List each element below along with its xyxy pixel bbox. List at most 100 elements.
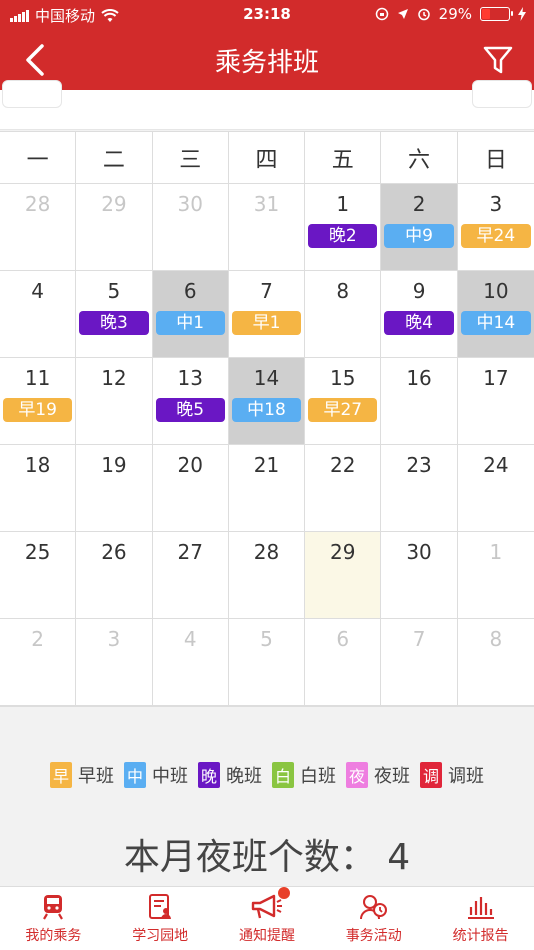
day-number: 29: [101, 192, 127, 216]
day-cell[interactable]: 4: [152, 619, 229, 706]
day-cell[interactable]: 7 早1: [228, 271, 306, 358]
day-cell[interactable]: 7: [381, 619, 458, 706]
day-cell[interactable]: 6: [305, 619, 382, 706]
shift-badge: 早27: [308, 398, 378, 422]
weekday-label: 二: [76, 132, 153, 183]
legend-item: 调调班: [420, 762, 484, 788]
legend-label: 调班: [448, 766, 484, 787]
weekday-label: 四: [229, 132, 306, 183]
day-number: 13: [177, 366, 203, 390]
tab-notifications[interactable]: 通知提醒: [214, 887, 321, 950]
day-cell[interactable]: 31: [228, 184, 306, 271]
day-number: 26: [101, 540, 127, 564]
month-nav-strip: [0, 80, 534, 130]
tab-statistics[interactable]: 统计报告: [427, 887, 534, 950]
day-number: 23: [406, 453, 432, 477]
day-cell[interactable]: 15 早27: [305, 358, 382, 445]
shift-badge: 中1: [155, 311, 225, 335]
legend-item: 晚晚班: [198, 762, 262, 788]
day-cell[interactable]: 27: [152, 532, 229, 619]
orientation-lock-icon: [375, 7, 388, 21]
day-cell[interactable]: 5: [228, 619, 306, 706]
day-cell[interactable]: 14 中18: [228, 358, 306, 445]
day-cell[interactable]: 12: [76, 358, 153, 445]
next-month-button[interactable]: [472, 80, 532, 108]
night-shift-summary: 本月夜班个数： 4: [123, 837, 411, 878]
day-cell[interactable]: 30: [152, 184, 229, 271]
tab-my-duty[interactable]: 我的乘务: [0, 887, 107, 950]
day-number: 4: [183, 627, 197, 651]
day-cell-today[interactable]: 29: [305, 532, 382, 619]
day-cell[interactable]: 13 晚5: [152, 358, 229, 445]
day-number: 25: [24, 540, 51, 564]
day-cell[interactable]: 10 中14: [457, 271, 534, 358]
day-cell[interactable]: 29: [76, 184, 153, 271]
day-number: 4: [31, 279, 44, 303]
day-cell[interactable]: 17: [457, 358, 534, 445]
day-cell[interactable]: 3 早24: [457, 184, 534, 271]
day-cell[interactable]: 16: [381, 358, 458, 445]
day-cell[interactable]: 9 晚4: [381, 271, 458, 358]
day-number: 10: [483, 279, 509, 303]
tab-label: 统计报告: [452, 928, 509, 944]
day-cell[interactable]: 8: [457, 619, 534, 706]
legend-label: 夜班: [374, 766, 410, 787]
day-number: 5: [107, 279, 121, 303]
day-cell[interactable]: 2 中9: [381, 184, 458, 271]
day-number: 27: [177, 540, 203, 564]
day-number: 21: [253, 453, 280, 477]
day-cell[interactable]: 18: [0, 445, 77, 532]
day-number: 2: [412, 192, 426, 216]
day-cell[interactable]: 4: [0, 271, 77, 358]
day-number: 30: [406, 540, 432, 564]
shift-badge: 早19: [3, 398, 73, 422]
day-cell[interactable]: 5 晚3: [76, 271, 153, 358]
day-cell[interactable]: 6 中1: [152, 271, 229, 358]
shift-legend: 早早班中中班晚晚班白白班夜夜班调调班: [0, 750, 534, 800]
day-number: 3: [489, 192, 503, 216]
tab-study[interactable]: 学习园地: [107, 887, 214, 950]
legend-swatch: 晚: [198, 762, 220, 788]
day-number: 11: [24, 366, 51, 390]
day-cell[interactable]: 30: [381, 532, 458, 619]
legend-item: 白白班: [272, 762, 336, 788]
day-cell[interactable]: 24: [457, 445, 534, 532]
day-number: 17: [483, 366, 509, 390]
shift-badge: 早1: [231, 311, 302, 335]
day-cell[interactable]: 28: [0, 184, 77, 271]
alarm-icon: [417, 8, 430, 21]
legend-item: 中中班: [124, 762, 188, 788]
day-cell[interactable]: 21: [228, 445, 306, 532]
weekday-label: 六: [381, 132, 458, 183]
legend-swatch: 白: [272, 762, 294, 788]
day-cell[interactable]: 28: [228, 532, 306, 619]
day-cell[interactable]: 22: [305, 445, 382, 532]
day-cell[interactable]: 26: [76, 532, 153, 619]
day-cell[interactable]: 19: [76, 445, 153, 532]
day-cell[interactable]: 1 晚2: [305, 184, 382, 271]
day-cell[interactable]: 3: [76, 619, 153, 706]
stats-icon: [467, 897, 494, 919]
legend-swatch: 早: [50, 762, 72, 788]
day-number: 18: [24, 453, 51, 477]
day-cell[interactable]: 1: [457, 532, 534, 619]
day-number: 3: [107, 627, 121, 651]
prev-month-button[interactable]: [2, 80, 62, 108]
filter-icon[interactable]: [482, 44, 514, 76]
tab-affairs[interactable]: 事务活动: [320, 887, 427, 950]
shift-badge: 中18: [231, 398, 302, 422]
day-cell[interactable]: 20: [152, 445, 229, 532]
day-cell[interactable]: 11 早19: [0, 358, 77, 445]
shift-badge: 晚2: [308, 224, 378, 248]
day-number: 12: [101, 366, 127, 390]
day-number: 2: [31, 627, 44, 651]
weekday-label: 一: [0, 132, 77, 183]
day-cell[interactable]: 2: [0, 619, 77, 706]
shift-badge: 早24: [460, 224, 531, 248]
day-cell[interactable]: 23: [381, 445, 458, 532]
day-cell[interactable]: 8: [305, 271, 382, 358]
day-number: 8: [336, 279, 350, 303]
location-icon: [397, 9, 408, 19]
day-cell[interactable]: 25: [0, 532, 77, 619]
day-number: 28: [24, 192, 51, 216]
